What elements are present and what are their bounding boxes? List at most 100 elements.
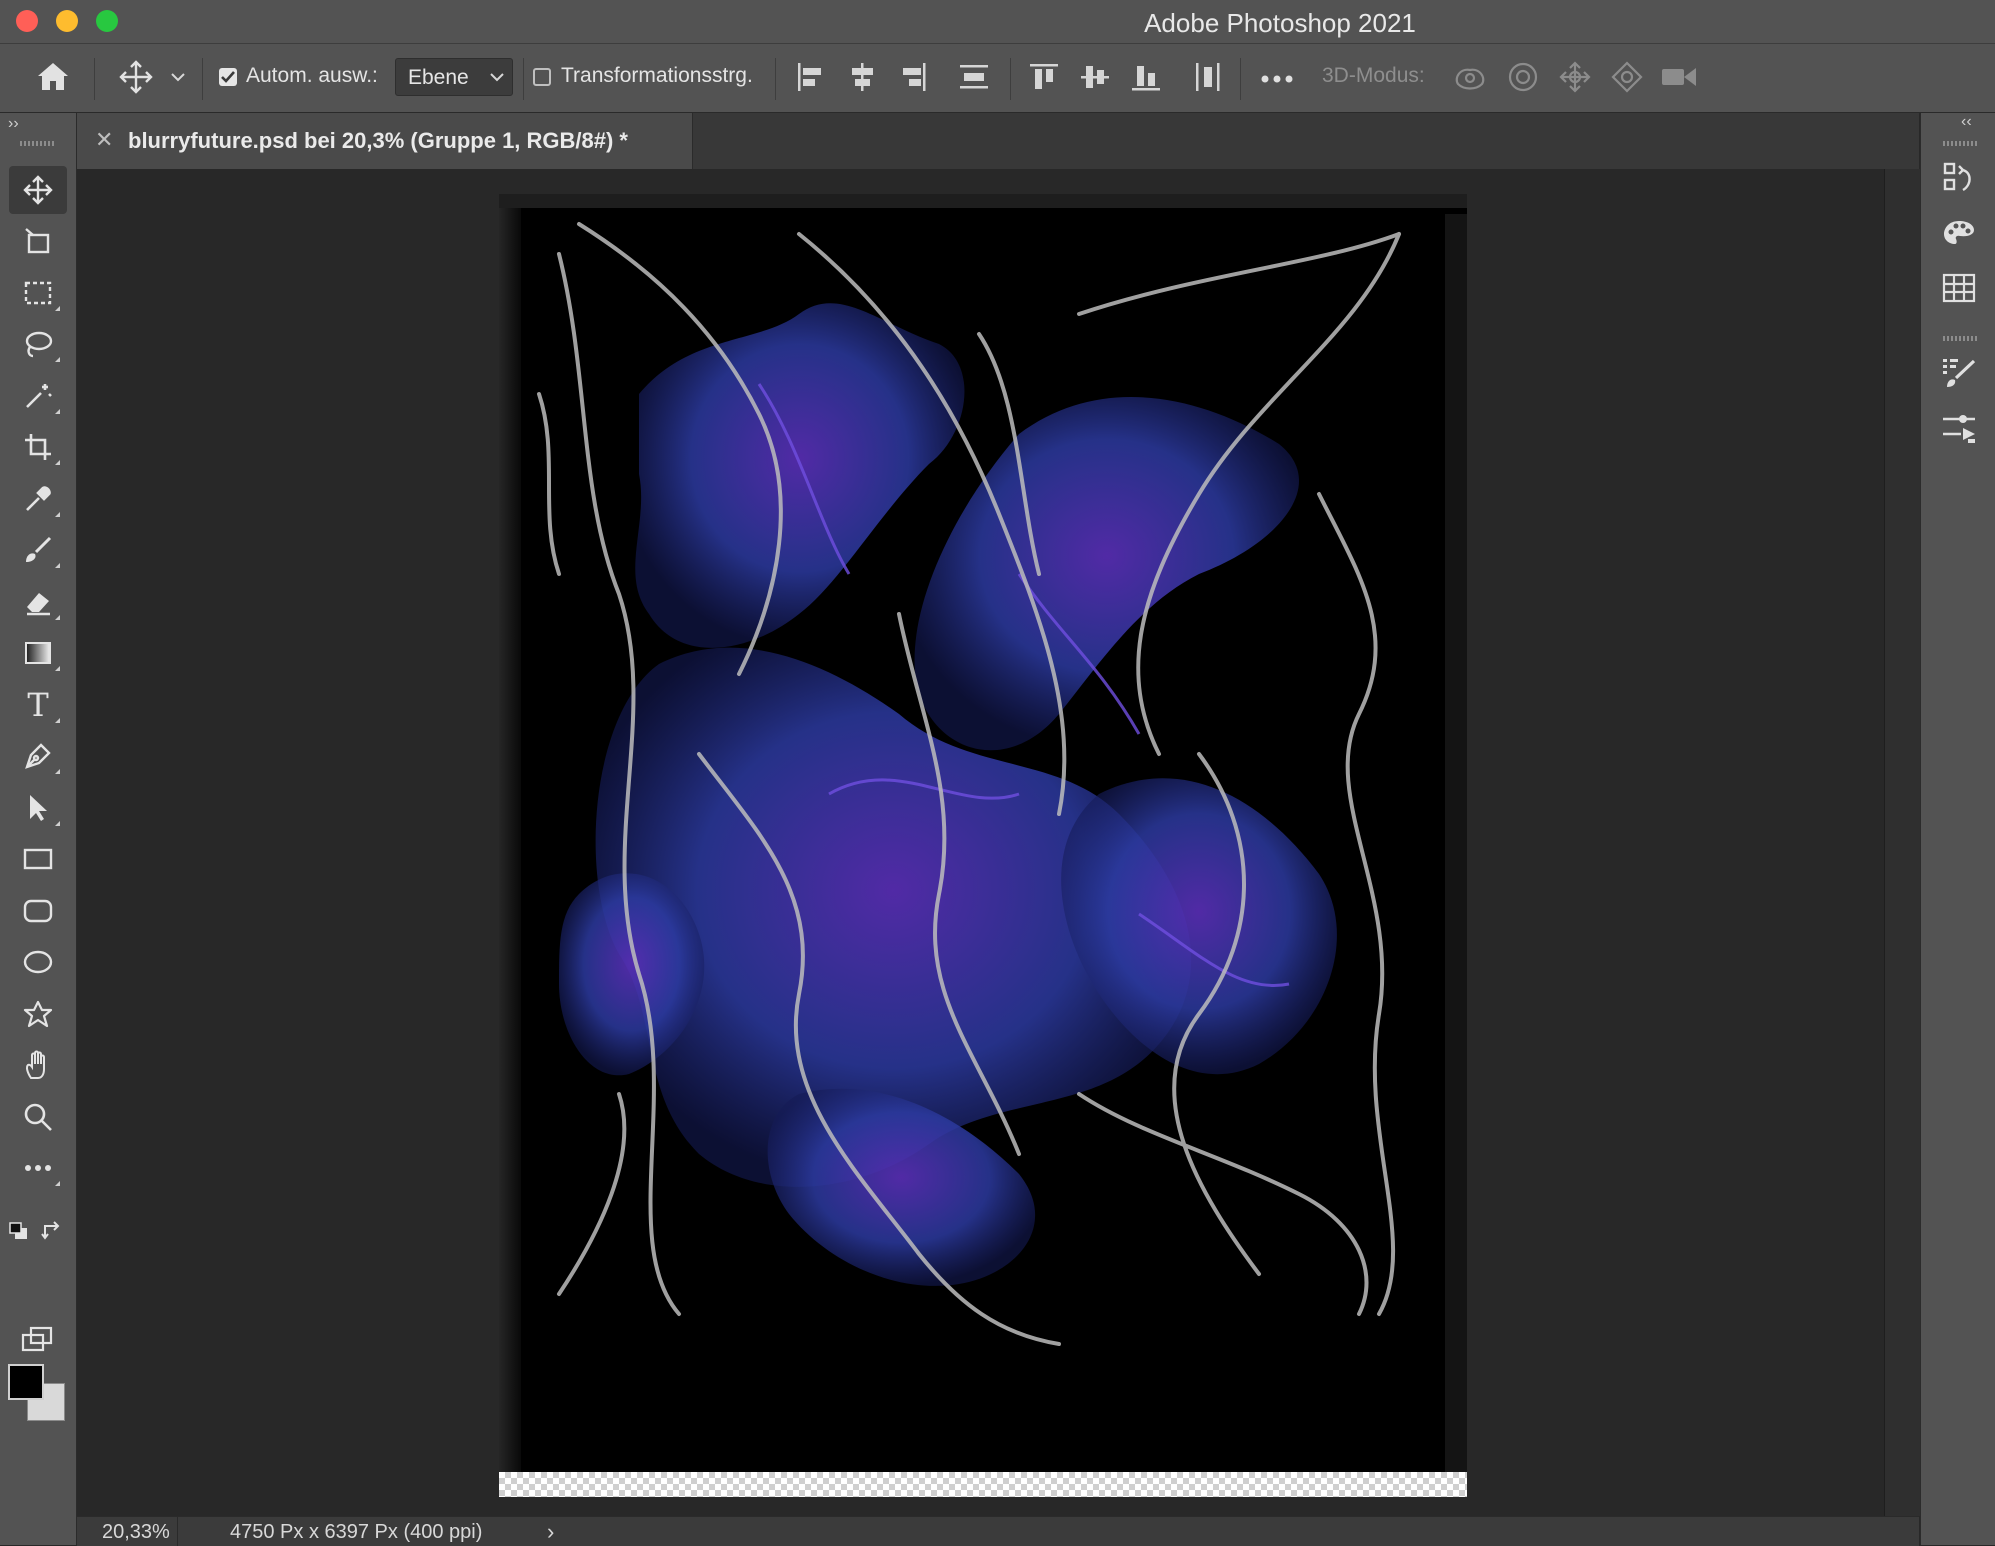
screen-mode-button[interactable]: [9, 1316, 67, 1364]
status-bar: 20,33% 4750 Px x 6397 Px (400 ppi) ›: [77, 1516, 1919, 1546]
document-dimensions: 4750 Px x 6397 Px (400 ppi): [230, 1521, 483, 1543]
panel-grip[interactable]: [1943, 336, 1977, 341]
rectangle-tool[interactable]: [9, 835, 67, 883]
tools-panel: ›› T: [0, 113, 77, 1545]
rounded-rectangle-tool[interactable]: [9, 887, 67, 935]
tool-group-indicator: [55, 769, 60, 774]
canvas-texture-edge: [1445, 214, 1467, 1474]
brush-tool[interactable]: [9, 526, 67, 574]
auto-select-target-value: Ebene: [408, 66, 469, 89]
gradient-tool[interactable]: [9, 629, 67, 677]
separator: [775, 58, 776, 100]
zoom-tool[interactable]: [9, 1093, 67, 1141]
tool-group-indicator: [55, 718, 60, 723]
move-tool[interactable]: [9, 166, 67, 214]
custom-shape-tool[interactable]: [9, 990, 67, 1038]
3d-roll-icon[interactable]: [1506, 60, 1540, 94]
align-right-icon[interactable]: [898, 61, 928, 93]
tool-group-indicator: [55, 357, 60, 362]
align-left-icon[interactable]: [796, 61, 826, 93]
artboard-tool[interactable]: [9, 217, 67, 265]
separator: [1010, 58, 1011, 100]
collapse-toolbar-icon[interactable]: ››: [8, 115, 19, 133]
align-bottom-icon[interactable]: [1130, 61, 1162, 93]
separator: [177, 1517, 178, 1546]
3d-orbit-icon[interactable]: [1452, 60, 1488, 94]
pen-tool[interactable]: [9, 732, 67, 780]
separator: [523, 58, 524, 100]
separator: [1240, 58, 1241, 100]
type-tool[interactable]: T: [9, 681, 67, 729]
tool-group-indicator: [55, 460, 60, 465]
eraser-tool[interactable]: [9, 578, 67, 626]
align-vertical-center-icon[interactable]: [1079, 61, 1111, 93]
auto-select-checkbox[interactable]: [219, 68, 237, 86]
title-bar: Adobe Photoshop 2021: [0, 0, 1995, 44]
foreground-color-swatch[interactable]: [8, 1364, 44, 1400]
history-panel-icon[interactable]: [1941, 160, 1977, 196]
align-top-icon[interactable]: [1028, 61, 1060, 93]
tool-group-indicator: [55, 512, 60, 517]
move-tool-preset-icon[interactable]: [119, 60, 153, 94]
3d-slide-icon[interactable]: [1610, 60, 1644, 94]
adjustments-icon[interactable]: [1941, 410, 1977, 446]
distribute-vertical-icon[interactable]: [1192, 61, 1224, 93]
hand-tool[interactable]: [9, 1041, 67, 1089]
zoom-window-button[interactable]: [96, 10, 118, 32]
canvas-texture-edge: [499, 194, 521, 1474]
transform-controls-label: Transformationsstrg.: [561, 64, 753, 87]
tool-group-indicator: [55, 1181, 60, 1186]
collapse-dock-icon[interactable]: ‹‹: [1961, 113, 1972, 131]
toolbar-grip[interactable]: [20, 141, 54, 146]
3d-mode-label: 3D-Modus:: [1322, 64, 1425, 87]
canvas-texture-edge: [499, 194, 1467, 208]
transparent-area: [499, 1472, 1467, 1497]
more-tools[interactable]: [9, 1144, 67, 1192]
chevron-down-icon: [490, 73, 504, 82]
more-options-icon[interactable]: [1260, 74, 1294, 84]
vertical-scrollbar[interactable]: [1884, 169, 1920, 1516]
swatches-grid-icon[interactable]: [1941, 270, 1977, 306]
panel-grip[interactable]: [1943, 141, 1977, 146]
artwork: [499, 194, 1467, 1494]
marquee-tool[interactable]: [9, 269, 67, 317]
tool-group-indicator: [55, 409, 60, 414]
align-horizontal-center-icon[interactable]: [847, 61, 877, 93]
magic-wand-tool[interactable]: [9, 372, 67, 420]
tool-group-indicator: [55, 615, 60, 620]
status-expand-chevron-icon[interactable]: ›: [547, 1519, 554, 1545]
crop-tool[interactable]: [9, 423, 67, 471]
3d-camera-icon[interactable]: [1660, 62, 1698, 92]
tool-group-indicator: [55, 666, 60, 671]
panel-dock: ‹‹: [1920, 113, 1995, 1545]
zoom-level[interactable]: 20,33%: [102, 1521, 170, 1544]
distribute-horizontal-icon[interactable]: [958, 61, 990, 93]
default-colors-icon[interactable]: [8, 1221, 30, 1241]
chevron-down-icon[interactable]: [170, 72, 186, 82]
home-icon[interactable]: [36, 60, 70, 92]
transform-controls-checkbox[interactable]: [533, 68, 551, 86]
eyedropper-tool[interactable]: [9, 475, 67, 523]
document-tab[interactable]: ✕ blurryfuture.psd bei 20,3% (Gruppe 1, …: [77, 113, 693, 169]
minimize-window-button[interactable]: [56, 10, 78, 32]
separator: [94, 58, 95, 100]
lasso-tool[interactable]: [9, 320, 67, 368]
tool-group-indicator: [55, 563, 60, 568]
swap-colors-icon[interactable]: [41, 1221, 63, 1241]
document-tab-title: blurryfuture.psd bei 20,3% (Gruppe 1, RG…: [128, 128, 628, 153]
close-window-button[interactable]: [16, 10, 38, 32]
auto-select-label: Autom. ausw.:: [246, 64, 378, 87]
window-title: Adobe Photoshop 2021: [1144, 8, 1416, 38]
color-palette-icon[interactable]: [1941, 215, 1977, 251]
3d-pan-icon[interactable]: [1558, 60, 1592, 94]
close-tab-icon[interactable]: ✕: [95, 127, 113, 153]
brush-settings-icon[interactable]: [1941, 355, 1977, 391]
tool-group-indicator: [55, 821, 60, 826]
options-bar: Autom. ausw.: Ebene Transformationsstrg.…: [0, 44, 1995, 114]
tool-group-indicator: [55, 306, 60, 311]
auto-select-target-dropdown[interactable]: Ebene: [395, 58, 513, 96]
path-selection-tool[interactable]: [9, 784, 67, 832]
ellipse-tool[interactable]: [9, 938, 67, 986]
separator: [202, 58, 203, 100]
document-canvas[interactable]: [499, 194, 1467, 1494]
